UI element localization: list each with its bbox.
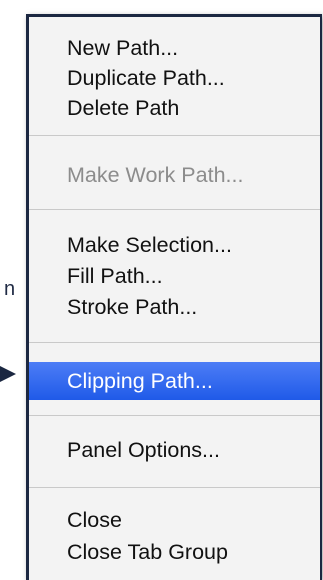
menu-separator	[29, 209, 320, 210]
menu-item-stroke-path[interactable]: Stroke Path...	[29, 292, 320, 322]
paths-panel-menu: New Path... Duplicate Path... Delete Pat…	[26, 14, 322, 580]
menu-item-new-path[interactable]: New Path...	[29, 33, 320, 63]
menu-item-duplicate-path[interactable]: Duplicate Path...	[29, 63, 320, 93]
menu-separator	[29, 415, 320, 416]
menu-item-make-selection[interactable]: Make Selection...	[29, 230, 320, 260]
menu-item-close[interactable]: Close	[29, 505, 320, 535]
menu-separator	[29, 342, 320, 343]
arrow-right-icon	[0, 366, 16, 382]
screenshot-stage: n New Path... Duplicate Path... Delete P…	[0, 0, 323, 580]
menu-item-delete-path[interactable]: Delete Path	[29, 93, 320, 123]
menu-item-panel-options[interactable]: Panel Options...	[29, 435, 320, 465]
menu-item-make-work-path: Make Work Path...	[67, 163, 244, 187]
menu-separator	[29, 135, 320, 136]
menu-separator	[29, 487, 320, 488]
menu-item-clipping-path[interactable]: Clipping Path...	[29, 362, 320, 400]
menu-item-fill-path[interactable]: Fill Path...	[29, 261, 320, 291]
background-partial-label: n	[4, 278, 16, 300]
menu-item-close-tab-group[interactable]: Close Tab Group	[29, 537, 320, 567]
